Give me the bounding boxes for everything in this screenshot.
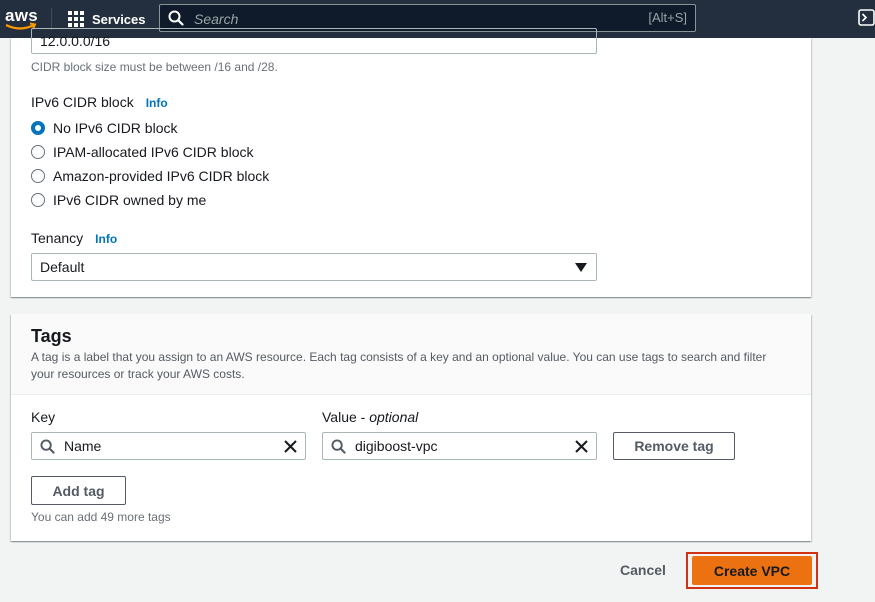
radio-label: No IPv6 CIDR block: [53, 120, 178, 136]
ipv6-label-row: IPv6 CIDR block Info: [31, 94, 168, 110]
tenancy-info-link[interactable]: Info: [95, 232, 117, 246]
tag-key-input[interactable]: Name: [31, 432, 306, 460]
grid-icon: [68, 11, 84, 27]
remove-tag-button[interactable]: Remove tag: [613, 432, 735, 460]
cancel-button[interactable]: Cancel: [620, 562, 666, 578]
cloudshell-icon[interactable]: [858, 9, 875, 26]
ipv4-cidr-hint: CIDR block size must be between /16 and …: [31, 60, 278, 74]
create-vpc-button[interactable]: Create VPC: [692, 556, 812, 585]
radio-amazon-ipv6[interactable]: Amazon-provided IPv6 CIDR block: [31, 168, 269, 184]
radio-button[interactable]: [31, 145, 45, 159]
ipv4-cidr-input[interactable]: 12.0.0.0/16: [31, 28, 597, 54]
tenancy-label: Tenancy: [31, 230, 84, 246]
tags-title: Tags: [31, 326, 72, 346]
search-icon: [168, 10, 184, 26]
tenancy-select-value: Default: [40, 259, 85, 275]
tags-remaining-hint: You can add 49 more tags: [31, 510, 171, 524]
radio-label: Amazon-provided IPv6 CIDR block: [53, 168, 270, 184]
radio-button-selected[interactable]: [31, 121, 45, 135]
search-icon: [40, 439, 55, 454]
services-label: Services: [92, 11, 146, 27]
add-tag-button[interactable]: Add tag: [31, 476, 126, 505]
radio-owned-ipv6[interactable]: IPv6 CIDR owned by me: [31, 192, 206, 208]
radio-no-ipv6[interactable]: No IPv6 CIDR block: [31, 120, 177, 136]
ipv6-cidr-label: IPv6 CIDR block: [31, 94, 134, 110]
ipv6-info-link[interactable]: Info: [146, 96, 168, 110]
vpc-settings-panel: 12.0.0.0/16 CIDR block size must be betw…: [11, 28, 811, 297]
radio-button[interactable]: [31, 193, 45, 207]
tag-value-optional: optional: [369, 409, 419, 425]
tenancy-select[interactable]: Default: [31, 253, 597, 281]
tag-key-value: Name: [64, 438, 102, 454]
search-shortcut-hint: [Alt+S]: [648, 10, 687, 25]
clear-icon[interactable]: [283, 439, 298, 454]
tag-value-input[interactable]: digiboost-vpc: [322, 432, 597, 460]
tag-value-label: Value - optional: [322, 409, 418, 425]
tag-value-value: digiboost-vpc: [355, 438, 438, 454]
search-icon: [331, 439, 346, 454]
nav-divider: [51, 8, 52, 30]
radio-label: IPAM-allocated IPv6 CIDR block: [53, 144, 254, 160]
tag-key-label: Key: [31, 409, 56, 425]
radio-ipam-ipv6[interactable]: IPAM-allocated IPv6 CIDR block: [31, 144, 253, 160]
tags-panel: Tags A tag is a label that you assign to…: [11, 314, 811, 541]
clear-icon[interactable]: [574, 439, 589, 454]
tags-header: Tags A tag is a label that you assign to…: [11, 314, 811, 395]
radio-label: IPv6 CIDR owned by me: [53, 192, 207, 208]
tag-value-label-text: Value -: [322, 409, 370, 425]
tenancy-label-row: Tenancy Info: [31, 230, 117, 246]
search-input[interactable]: [192, 8, 596, 30]
caret-down-icon: [575, 263, 587, 272]
radio-button[interactable]: [31, 169, 45, 183]
tags-description: A tag is a label that you assign to an A…: [31, 350, 767, 381]
